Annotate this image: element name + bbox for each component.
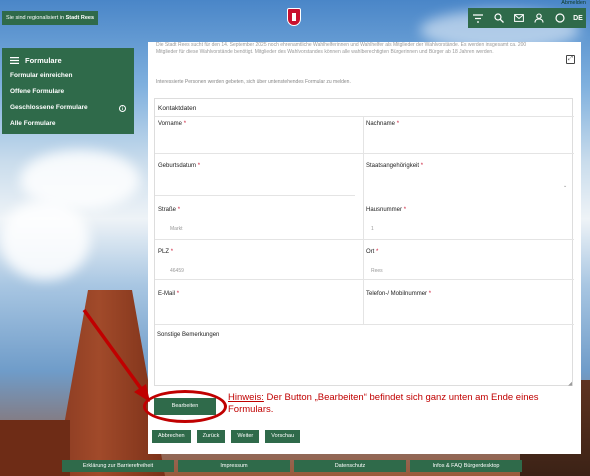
- sidebar-item-label: Formular einreichen: [10, 72, 73, 79]
- mail-icon[interactable]: [512, 11, 526, 25]
- ort-label: Ort *: [366, 249, 379, 255]
- resize-handle-icon[interactable]: ◢: [568, 381, 572, 387]
- footer-link-barrierefreiheit[interactable]: Erklärung zur Barrierefreiheit: [62, 460, 174, 472]
- brick-building: [0, 420, 70, 476]
- annotation-hint: Hinweis: Der Button „Bearbeiten“ befinde…: [228, 392, 568, 416]
- sidebar-title-label: Formulare: [25, 55, 62, 65]
- logout-link[interactable]: Abmelden: [561, 0, 586, 6]
- user-icon[interactable]: [532, 11, 546, 25]
- top-icon-bar: DE: [468, 8, 586, 28]
- email-input[interactable]: [155, 299, 363, 321]
- sidebar-title[interactable]: Formulare: [10, 52, 126, 68]
- next-button[interactable]: Weiter: [231, 430, 260, 443]
- sidebar: Formulare Formular einreichen Offene For…: [2, 48, 134, 134]
- cloud: [0, 200, 90, 280]
- search-icon[interactable]: [492, 11, 506, 25]
- nachname-label: Nachname *: [366, 121, 400, 127]
- form-intro: Die Stadt Rees sucht für den 14. Septemb…: [156, 42, 556, 56]
- region-note-prefix: Sie sind regionalisiert in: [6, 15, 65, 21]
- hint-text: Der Button „Bearbeiten“ befindet sich ga…: [228, 392, 539, 415]
- sidebar-item-label: Geschlossene Formulare: [10, 104, 88, 111]
- telefon-input[interactable]: [363, 299, 574, 321]
- email-label: E-Mail *: [158, 291, 180, 297]
- divider: [155, 324, 574, 325]
- annotation-highlight-ring: [143, 390, 227, 423]
- section-title: Kontaktdaten: [158, 105, 197, 112]
- back-button[interactable]: Zurück: [196, 430, 226, 443]
- info-icon[interactable]: i: [119, 104, 126, 112]
- footer-link-datenschutz[interactable]: Datenschutz: [294, 460, 406, 472]
- hausnummer-label: Hausnummer *: [366, 207, 407, 213]
- telefon-label: Telefon-/ Mobilnummer *: [366, 291, 432, 297]
- sidebar-item-formular-einreichen[interactable]: Formular einreichen: [10, 68, 126, 84]
- circle-icon[interactable]: [553, 11, 567, 25]
- preview-button[interactable]: Vorschau: [265, 430, 301, 443]
- staatsangehoerigkeit-label: Staatsangehörigkeit *: [366, 163, 424, 169]
- divider: [363, 116, 364, 324]
- menu-icon[interactable]: [10, 56, 19, 64]
- sidebar-item-geschlossene-formulare[interactable]: Geschlossene Formulare i: [10, 100, 126, 116]
- plz-input[interactable]: 46459: [170, 268, 184, 274]
- sidebar-item-alle-formulare[interactable]: Alle Formulare: [10, 116, 126, 132]
- ort-input[interactable]: Rees: [371, 268, 383, 274]
- vorname-label: Vorname *: [158, 121, 187, 127]
- divider: [155, 239, 574, 240]
- chevron-down-icon: ⌄: [563, 183, 568, 189]
- expand-icon[interactable]: ⤢: [566, 55, 575, 64]
- plz-label: PLZ *: [158, 249, 174, 255]
- geburtsdatum-label: Geburtsdatum *: [158, 163, 201, 169]
- footer-link-impressum[interactable]: Impressum: [178, 460, 290, 472]
- hausnummer-input[interactable]: 1: [371, 226, 374, 232]
- region-note: Sie sind regionalisiert in Stadt Rees: [2, 11, 99, 25]
- footer: Erklärung zur Barrierefreiheit Impressum…: [62, 460, 522, 472]
- city-crest-logo[interactable]: [287, 8, 301, 26]
- strasse-input[interactable]: Markt: [170, 226, 183, 232]
- divider: [155, 195, 355, 196]
- remarks-textarea[interactable]: ◢: [154, 342, 573, 388]
- intro-line: Mitglieder für diese Wahlvorstände benöt…: [156, 49, 494, 55]
- cancel-button[interactable]: Abbrechen: [152, 430, 191, 443]
- geburtsdatum-input[interactable]: [155, 173, 355, 195]
- nachname-input[interactable]: [363, 129, 574, 151]
- intro-line: Die Stadt Rees sucht für den 14. Septemb…: [156, 42, 527, 48]
- filter-list-icon[interactable]: [471, 11, 485, 25]
- region-note-city: Stadt Rees: [65, 15, 95, 21]
- form-intro-cta: Interessierte Personen werden gebeten, s…: [156, 79, 351, 85]
- footer-link-faq[interactable]: Infos & FAQ Bürgerdesktop: [410, 460, 522, 472]
- divider: [155, 153, 574, 154]
- vorname-input[interactable]: [155, 129, 363, 151]
- sidebar-item-offene-formulare[interactable]: Offene Formulare: [10, 84, 126, 100]
- language-switch[interactable]: DE: [573, 11, 583, 25]
- sidebar-item-label: Alle Formulare: [10, 120, 56, 127]
- form-actions: Abbrechen Zurück Weiter Vorschau: [152, 430, 301, 443]
- annotation-arrow: [82, 308, 150, 402]
- hint-label: Hinweis:: [228, 392, 264, 403]
- remarks-label: Sonstige Bemerkungen: [157, 332, 220, 338]
- strasse-label: Straße *: [158, 207, 181, 213]
- staatsangehoerigkeit-select[interactable]: [363, 173, 574, 195]
- sidebar-item-label: Offene Formulare: [10, 88, 65, 95]
- divider: [155, 279, 574, 280]
- divider: [155, 116, 574, 117]
